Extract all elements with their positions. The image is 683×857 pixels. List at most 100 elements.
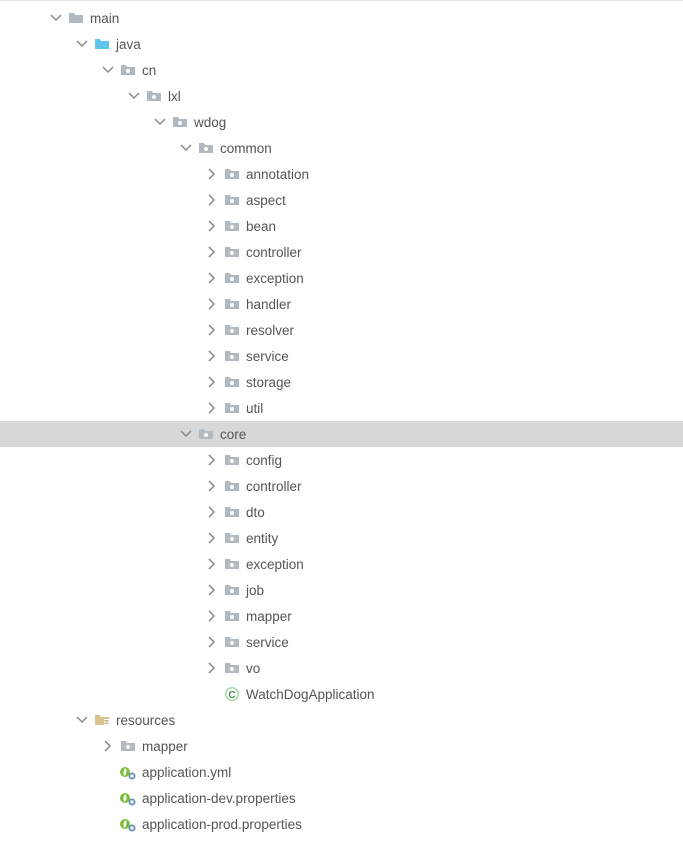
tree-item-resolver[interactable]: resolver (0, 317, 683, 343)
package-icon (224, 478, 240, 494)
package-icon (224, 166, 240, 182)
chevron-right-icon[interactable] (206, 246, 218, 258)
tree-label: util (246, 401, 263, 416)
chevron-right-icon[interactable] (206, 584, 218, 596)
tree-label: application-dev.properties (142, 791, 296, 806)
tree-item-entity[interactable]: entity (0, 525, 683, 551)
chevron-down-icon[interactable] (76, 714, 88, 726)
tree-item-bean[interactable]: bean (0, 213, 683, 239)
package-icon (224, 504, 240, 520)
package-icon (224, 348, 240, 364)
chevron-right-icon[interactable] (206, 532, 218, 544)
chevron-right-icon[interactable] (206, 506, 218, 518)
chevron-right-icon[interactable] (206, 194, 218, 206)
tree-label: mapper (246, 609, 292, 624)
tree-label: core (220, 427, 246, 442)
package-icon (120, 738, 136, 754)
package-icon (224, 400, 240, 416)
chevron-down-icon[interactable] (180, 428, 192, 440)
tree-item-java[interactable]: java (0, 31, 683, 57)
tree-item-job[interactable]: job (0, 577, 683, 603)
tree-label: dto (246, 505, 265, 520)
package-icon (224, 296, 240, 312)
chevron-right-icon[interactable] (206, 168, 218, 180)
package-icon (224, 192, 240, 208)
tree-item-main[interactable]: main (0, 5, 683, 31)
chevron-down-icon[interactable] (76, 38, 88, 50)
chevron-right-icon[interactable] (206, 480, 218, 492)
tree-label: application-prod.properties (142, 817, 302, 832)
tree-item-cn[interactable]: cn (0, 57, 683, 83)
spring-config-icon (120, 816, 136, 832)
tree-item-dto[interactable]: dto (0, 499, 683, 525)
chevron-right-icon[interactable] (206, 324, 218, 336)
tree-item-resources[interactable]: resources (0, 707, 683, 733)
tree-item-watchdog-application[interactable]: WatchDogApplication (0, 681, 683, 707)
tree-label: application.yml (142, 765, 231, 780)
tree-item-storage[interactable]: storage (0, 369, 683, 395)
chevron-right-icon[interactable] (102, 740, 114, 752)
chevron-right-icon[interactable] (206, 350, 218, 362)
chevron-right-icon[interactable] (206, 558, 218, 570)
chevron-right-icon[interactable] (206, 636, 218, 648)
package-icon (224, 556, 240, 572)
tree-item-mapper-res[interactable]: mapper (0, 733, 683, 759)
package-icon (198, 426, 214, 442)
chevron-right-icon[interactable] (206, 454, 218, 466)
tree-item-application-dev[interactable]: application-dev.properties (0, 785, 683, 811)
tree-label: main (90, 11, 119, 26)
package-icon (224, 608, 240, 624)
tree-label: config (246, 453, 282, 468)
tree-item-aspect[interactable]: aspect (0, 187, 683, 213)
source-folder-icon (94, 36, 110, 52)
tree-label: resources (116, 713, 175, 728)
package-icon (224, 452, 240, 468)
tree-label: controller (246, 479, 302, 494)
tree-item-controller-core[interactable]: controller (0, 473, 683, 499)
chevron-down-icon[interactable] (50, 12, 62, 24)
tree-item-core[interactable]: core (0, 421, 683, 447)
tree-label: storage (246, 375, 291, 390)
chevron-down-icon[interactable] (180, 142, 192, 154)
tree-item-application-yml[interactable]: application.yml (0, 759, 683, 785)
chevron-right-icon[interactable] (206, 272, 218, 284)
package-icon (120, 62, 136, 78)
tree-item-exception-core[interactable]: exception (0, 551, 683, 577)
package-icon (146, 88, 162, 104)
tree-item-handler[interactable]: handler (0, 291, 683, 317)
tree-label: annotation (246, 167, 309, 182)
chevron-right-icon[interactable] (206, 402, 218, 414)
package-icon (224, 374, 240, 390)
tree-item-config[interactable]: config (0, 447, 683, 473)
tree-item-service-common[interactable]: service (0, 343, 683, 369)
chevron-right-icon[interactable] (206, 376, 218, 388)
class-icon (224, 686, 240, 702)
tree-label: exception (246, 557, 304, 572)
tree-item-annotation[interactable]: annotation (0, 161, 683, 187)
package-icon (224, 244, 240, 260)
chevron-right-icon[interactable] (206, 220, 218, 232)
tree-label: cn (142, 63, 156, 78)
tree-item-exception-common[interactable]: exception (0, 265, 683, 291)
chevron-right-icon[interactable] (206, 298, 218, 310)
tree-label: bean (246, 219, 276, 234)
tree-item-vo[interactable]: vo (0, 655, 683, 681)
tree-item-controller-common[interactable]: controller (0, 239, 683, 265)
chevron-down-icon[interactable] (154, 116, 166, 128)
chevron-right-icon[interactable] (206, 610, 218, 622)
tree-label: job (246, 583, 264, 598)
tree-item-wdog[interactable]: wdog (0, 109, 683, 135)
resources-folder-icon (94, 712, 110, 728)
package-icon (224, 582, 240, 598)
tree-item-mapper-core[interactable]: mapper (0, 603, 683, 629)
chevron-down-icon[interactable] (128, 90, 140, 102)
package-icon (224, 660, 240, 676)
chevron-right-icon[interactable] (206, 662, 218, 674)
tree-item-common[interactable]: common (0, 135, 683, 161)
chevron-down-icon[interactable] (102, 64, 114, 76)
folder-icon (68, 10, 84, 26)
tree-item-application-prod[interactable]: application-prod.properties (0, 811, 683, 837)
tree-item-lxl[interactable]: lxl (0, 83, 683, 109)
tree-item-service-core[interactable]: service (0, 629, 683, 655)
tree-item-util[interactable]: util (0, 395, 683, 421)
